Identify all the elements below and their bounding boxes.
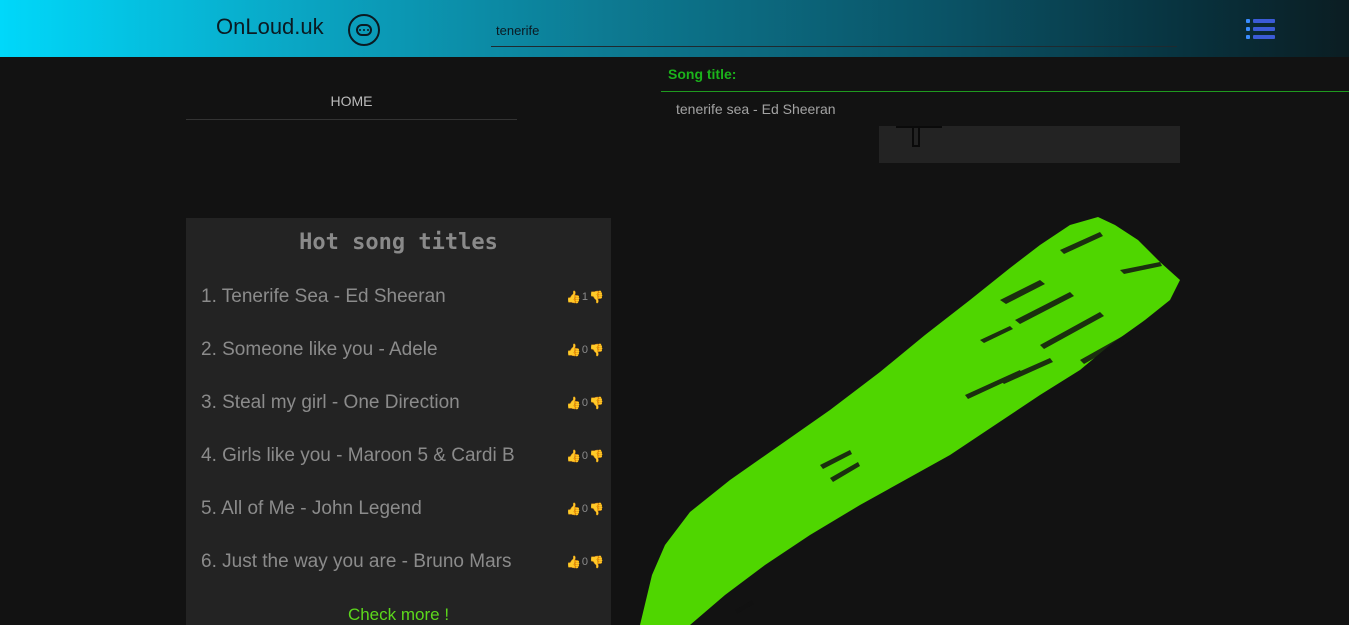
search-result-item[interactable]: tenerife sea - Ed Sheeran — [661, 92, 880, 126]
dropdown-panel — [879, 126, 1180, 163]
results-header-label: Song title: — [668, 66, 737, 82]
dropdown-artifact — [912, 126, 920, 147]
